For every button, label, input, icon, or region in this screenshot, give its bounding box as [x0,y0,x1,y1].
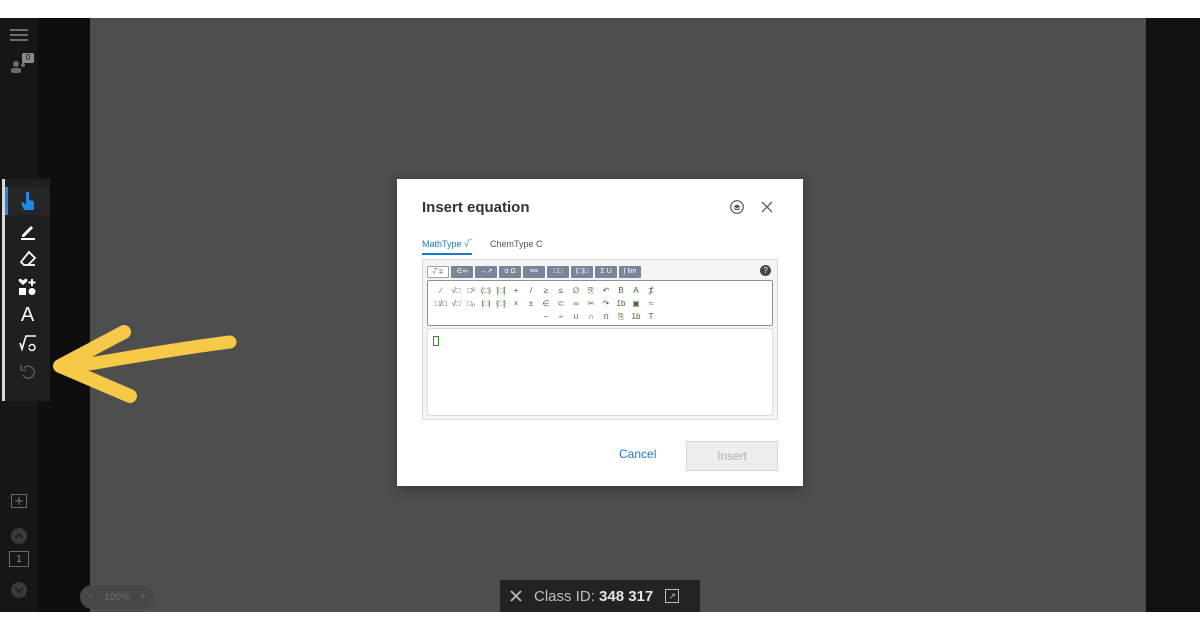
palette-symbol[interactable]: ≥ [539,284,553,297]
cancel-button[interactable]: Cancel [619,447,656,461]
palette-symbol[interactable]: ± [524,297,538,310]
tab-mathtype[interactable]: MathType √‾ [422,239,472,255]
right-rail [1146,18,1200,612]
ribbon-tab-big-operators[interactable]: Σ U [595,266,617,278]
pointer-tool[interactable] [5,187,50,215]
app-frame: 0 1 A − 100% + Class ID: 348 317 ↗ Inser… [0,18,1200,612]
input-cursor [433,336,439,346]
palette-symbol[interactable]: ⨋ [644,284,658,297]
insert-button[interactable]: Insert [686,441,778,471]
tool-palette: A [2,179,50,401]
palette-symbol[interactable]: ÷ [554,310,568,323]
palette-symbol[interactable]: A [629,284,643,297]
zoom-in-button[interactable]: + [140,592,146,603]
ribbon-tab-arrows[interactable]: →↗ [475,266,497,278]
palette-symbol[interactable]: ≤ [554,284,568,297]
insert-equation-dialog: Insert equation MathType √‾ ChemType C √… [397,179,803,486]
palette-symbol[interactable]: ⎘ [584,284,598,297]
palette-symbol[interactable]: + [509,284,523,297]
class-id-value: 348 317 [599,587,654,605]
open-external-icon[interactable]: ↗ [665,589,680,603]
palette-symbol[interactable]: □₀ [464,297,478,310]
palette-symbol[interactable]: {□} [494,297,508,310]
palette-symbol[interactable]: □² [464,284,478,297]
dialog-title: Insert equation [422,199,530,216]
close-icon[interactable] [510,590,522,602]
insert-media-icon [18,278,35,295]
menu-icon[interactable] [8,24,30,46]
palette-symbol[interactable]: ⎘ [614,310,628,323]
annotation-arrow [53,325,237,403]
class-id-label: Class ID: [534,587,595,605]
equation-editor: √̅ ∓ ∈∞ →↗ α Ω ≡≡ □□ (□)□ Σ U ∫ lim ? ∕ √… [422,259,778,420]
undo-tool[interactable] [5,357,50,385]
page-down-icon[interactable] [8,579,30,601]
palette-symbol[interactable]: ∕ [434,284,448,297]
palette-symbol[interactable]: − [539,310,553,323]
palette-symbol[interactable]: × [509,297,523,310]
palette-symbol[interactable]: √□ [449,284,463,297]
palette-symbol[interactable]: |□| [479,297,493,310]
tab-chemtype[interactable]: ChemType C [490,239,543,255]
palette-symbol[interactable]: 1b [629,310,643,323]
math-equation-icon [18,335,36,352]
ribbon-tab-scripts[interactable]: □□ [547,266,569,278]
palette-symbol[interactable]: ∞ [569,297,583,310]
symbol-ribbon: √̅ ∓ ∈∞ →↗ α Ω ≡≡ □□ (□)□ Σ U ∫ lim [427,266,641,278]
eraser-tool[interactable] [5,245,50,273]
symbol-grid: ∕ √□ □² (□) [□] + / ≥ ≤ ∅ ⎘ ↶ B A ⨋ □/□ √□ □₀ |□| {□} × ± ∈ ⊂ ∞ ✂… [434,284,763,323]
palette-symbol[interactable]: √□ [449,297,463,310]
class-id-bar: Class ID: 348 317 ↗ [500,580,700,612]
symbol-palette: ∕ √□ □² (□) [□] + / ≥ ≤ ∅ ⎘ ↶ B A ⨋ □/□ √□ □₀ |□| {□} × ± ∈ ⊂ ∞ ✂… [427,280,773,326]
palette-symbol[interactable]: / [524,284,538,297]
text-tool[interactable]: A [5,301,50,329]
equation-input[interactable] [427,328,773,416]
palette-symbol[interactable]: ▣ [629,297,643,310]
math-tool[interactable] [5,329,50,357]
minimize-hat-icon[interactable] [730,200,744,214]
palette-symbol[interactable]: ∈ [539,297,553,310]
palette-symbol[interactable]: T [644,310,658,323]
palette-symbol[interactable]: ⊂ [554,297,568,310]
ribbon-tab-calculus[interactable]: ∫ lim [619,266,641,278]
dialog-close-icon[interactable] [761,201,773,213]
ribbon-tab-matrices[interactable]: ≡≡ [523,266,545,278]
palette-symbol[interactable]: ✂ [584,297,598,310]
eraser-icon [19,250,36,266]
palette-symbol[interactable]: ∪ [569,310,583,323]
palette-symbol[interactable]: [□] [494,284,508,297]
class-id-text: Class ID: 348 317 [534,588,653,605]
editor-tabs: MathType √‾ ChemType C [422,239,543,255]
ribbon-tab-greek[interactable]: α Ω [499,266,521,278]
page-up-icon[interactable] [8,525,30,547]
help-icon[interactable]: ? [760,265,771,276]
palette-symbol[interactable]: ↶ [599,284,613,297]
ribbon-tab-general[interactable]: √̅ ∓ [427,266,449,278]
palette-symbol[interactable]: B [614,284,628,297]
pen-tool[interactable] [5,217,50,245]
participants-badge: 0 [22,53,34,63]
zoom-level: 100% [104,591,130,603]
zoom-control: − 100% + [80,585,154,609]
palette-symbol[interactable]: 1b [614,297,628,310]
active-indicator [5,187,8,215]
palette-symbol[interactable]: ↷ [599,297,613,310]
undo-icon [19,365,35,379]
ribbon-tab-decorations[interactable]: (□)□ [571,266,593,278]
zoom-out-button[interactable]: − [88,592,94,603]
palette-symbol[interactable]: ≈ [644,297,658,310]
palette-symbol[interactable]: π [599,310,613,323]
palette-symbol[interactable]: ∩ [584,310,598,323]
page-number: 1 [9,551,29,567]
pointer-icon [20,192,34,210]
insert-media-tool[interactable] [5,273,50,301]
ribbon-tab-symbols[interactable]: ∈∞ [451,266,473,278]
palette-symbol[interactable]: □/□ [434,297,448,310]
palette-symbol[interactable]: ∅ [569,284,583,297]
palette-symbol[interactable]: (□) [479,284,493,297]
pen-icon [20,226,35,240]
add-page-icon[interactable] [8,490,30,512]
